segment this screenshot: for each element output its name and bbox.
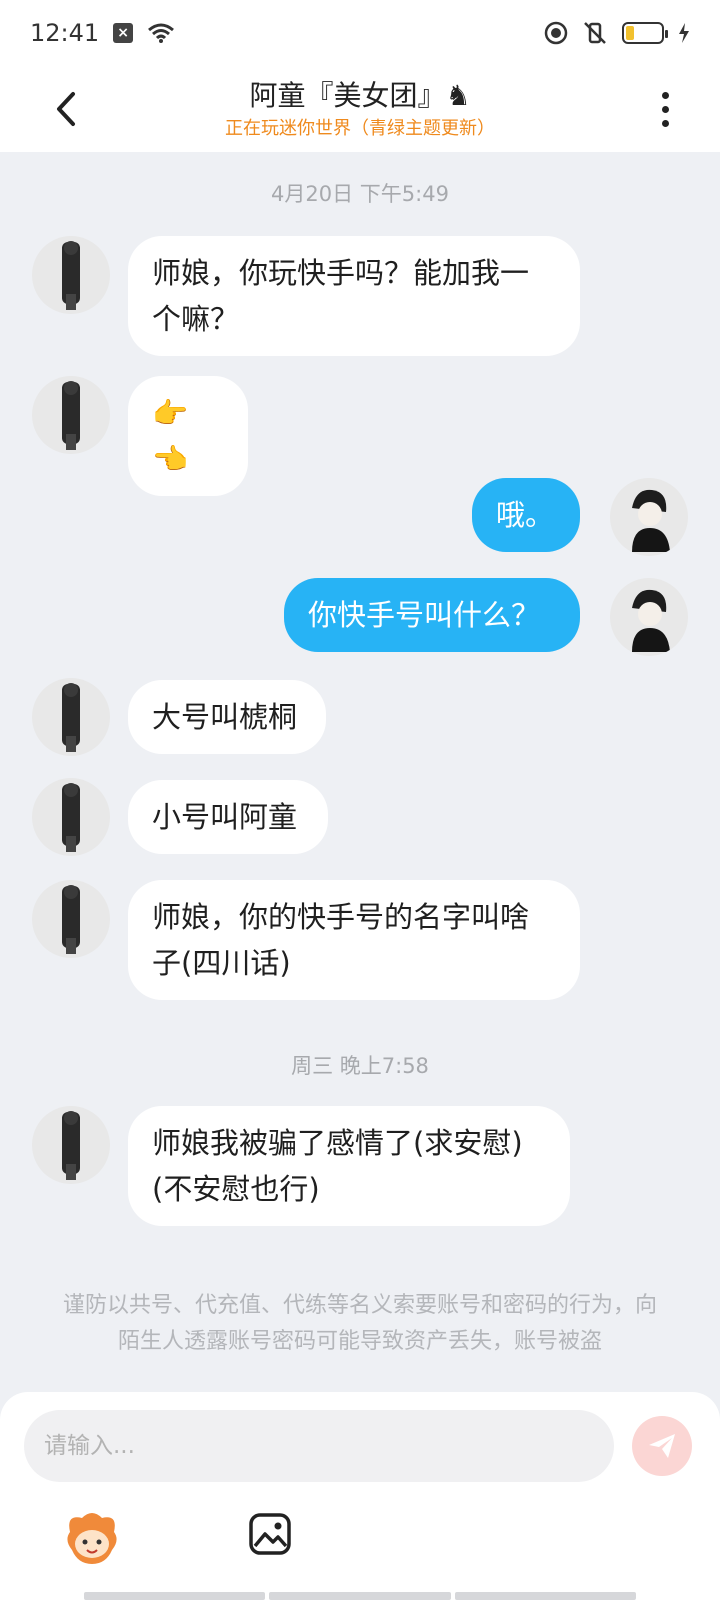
charging-icon xyxy=(679,23,689,43)
header-title-block: 阿童『美女团』♞ 正在玩迷你世界（青绿主题更新） xyxy=(225,76,495,142)
contact-avatar[interactable] xyxy=(32,678,110,756)
focus-icon xyxy=(544,21,568,45)
notification-x-icon: × xyxy=(113,23,134,43)
timestamp: 4月20日 下午5:49 xyxy=(271,182,449,206)
back-chevron-icon xyxy=(57,92,75,126)
safety-notice: 谨防以共号、代充值、代练等名义索要账号和密码的行为，向陌生人透露账号密码可能导致… xyxy=(62,1293,657,1354)
contact-avatar[interactable] xyxy=(32,880,110,958)
incoming-message[interactable]: 师娘我被骗了感情了(求安慰) (不安慰也行) xyxy=(128,1106,570,1226)
contact-avatar[interactable] xyxy=(32,236,110,314)
battery-icon xyxy=(622,22,668,44)
more-button[interactable] xyxy=(650,82,680,136)
input-panel xyxy=(0,1392,720,1600)
contact-name: 阿童『美女团』♞ xyxy=(249,79,471,112)
more-vertical-icon xyxy=(661,91,669,99)
incoming-message[interactable]: 大号叫椃桐 xyxy=(128,680,326,754)
status-time: 12:41 xyxy=(30,19,100,47)
send-icon xyxy=(649,1434,675,1458)
contact-avatar[interactable] xyxy=(32,1106,110,1184)
incoming-message[interactable]: 小号叫阿童 xyxy=(128,780,328,854)
incoming-message[interactable]: 师娘，你的快手号的名字叫啥 子(四川话) xyxy=(128,880,580,1000)
contact-avatar[interactable] xyxy=(32,376,110,454)
mute-vibrate-icon xyxy=(584,22,606,44)
incoming-message[interactable]: 师娘，你玩快手吗？能加我一 个嘛？ xyxy=(128,236,580,356)
chat-header: 阿童『美女团』♞ 正在玩迷你世界（青绿主题更新） xyxy=(0,66,720,152)
my-avatar[interactable] xyxy=(610,578,688,656)
outgoing-message[interactable]: 哦。 xyxy=(472,478,580,552)
incoming-message[interactable]: 👉👈 xyxy=(128,376,248,496)
outgoing-message[interactable]: 你快手号叫什么？ xyxy=(284,578,580,652)
timestamp: 周三 晚上7:58 xyxy=(291,1054,429,1078)
send-button[interactable] xyxy=(632,1416,692,1476)
my-avatar[interactable] xyxy=(610,478,688,556)
emoji-button[interactable] xyxy=(62,1510,122,1566)
contact-status: 正在玩迷你世界（青绿主题更新） xyxy=(225,118,495,139)
image-icon xyxy=(249,1513,291,1555)
contact-avatar[interactable] xyxy=(32,778,110,856)
nav-bar xyxy=(84,1592,636,1600)
back-button[interactable] xyxy=(44,84,88,134)
message-input[interactable] xyxy=(24,1410,614,1482)
wifi-icon xyxy=(148,23,175,43)
status-bar: 12:41 × xyxy=(0,0,720,66)
emoji-sticker-icon xyxy=(67,1513,117,1564)
image-button[interactable] xyxy=(248,1512,294,1558)
